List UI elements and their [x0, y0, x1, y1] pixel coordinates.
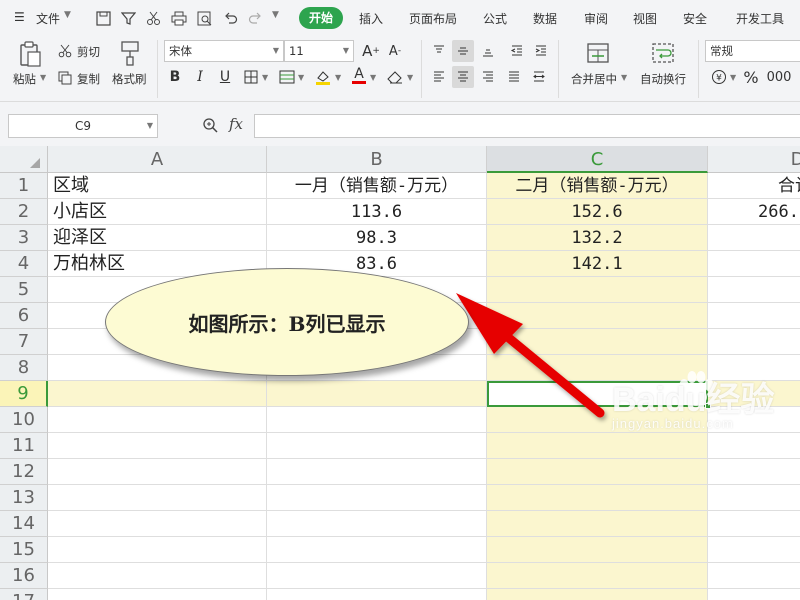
watermark-logo: Baidu经验 — [612, 381, 775, 419]
watermark-url: jingyan.baidu.com — [612, 416, 734, 431]
baidu-watermark: Baidu经验 jingyan.baidu.com — [612, 368, 792, 448]
callout-text: 如图所示：B列已显示 — [188, 311, 386, 336]
spreadsheet-app: ☰ 文件 ▼ ▼ 开始 插入 页面布局 公式 数据 审阅 视图 安全 开发工具 … — [0, 0, 800, 600]
callout-bubble: 如图所示：B列已显示 — [105, 268, 469, 376]
